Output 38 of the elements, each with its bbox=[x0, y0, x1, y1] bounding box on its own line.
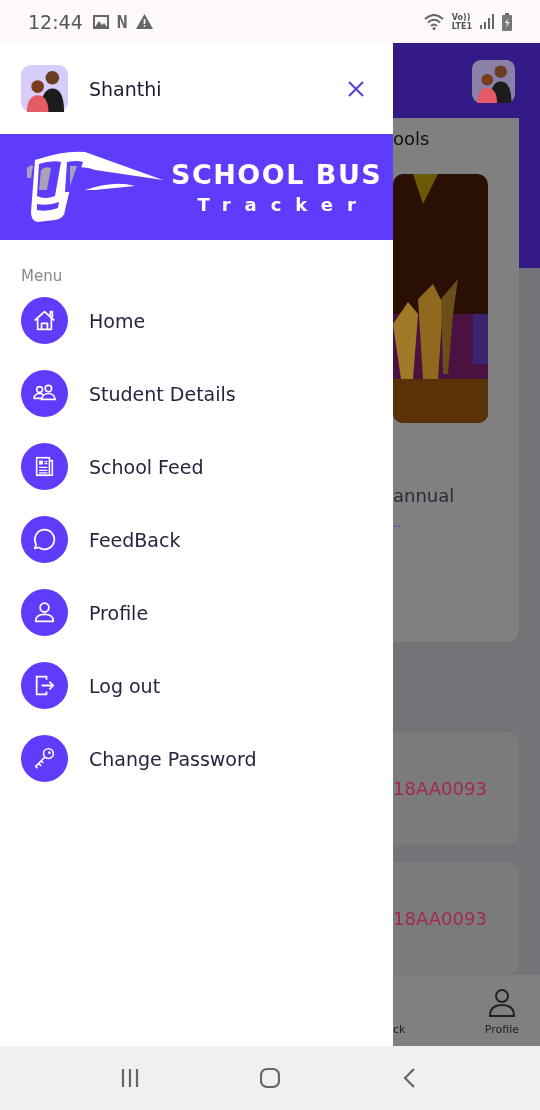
nav-tab[interactable]: Profile bbox=[484, 989, 519, 1036]
card-title: ools bbox=[393, 127, 431, 149]
home-icon bbox=[21, 297, 68, 344]
menu-item[interactable]: Log out bbox=[21, 662, 161, 709]
logo-subtitle: Tracker bbox=[197, 194, 370, 215]
menu-item[interactable]: Student Details bbox=[21, 370, 236, 417]
menu-item[interactable]: FeedBack bbox=[21, 516, 181, 563]
menu-item[interactable]: Home bbox=[21, 297, 146, 344]
logo-title: SCHOOL BUS bbox=[171, 159, 383, 190]
people-icon bbox=[21, 370, 68, 417]
vehicle-number: 18AA0093 bbox=[393, 908, 487, 929]
battery-icon bbox=[502, 12, 512, 31]
menu-item[interactable]: Profile bbox=[21, 589, 149, 636]
person-icon bbox=[21, 589, 68, 636]
close-icon bbox=[347, 79, 365, 98]
person-icon bbox=[488, 989, 515, 1017]
speech-bubble-icon bbox=[21, 516, 68, 563]
image-icon bbox=[92, 14, 109, 29]
menu-item[interactable]: School Feed bbox=[21, 443, 204, 490]
menu-item[interactable]: Change Password bbox=[21, 735, 257, 782]
vehicle-number: 18AA0093 bbox=[393, 778, 487, 799]
logout-icon bbox=[21, 662, 68, 709]
key-icon bbox=[21, 735, 68, 782]
avatar-icon[interactable] bbox=[21, 65, 68, 112]
home-icon bbox=[260, 1067, 280, 1089]
notification-glyph: N bbox=[116, 11, 128, 32]
status-time: 12:44 bbox=[28, 10, 83, 33]
nav-tab[interactable]: ck bbox=[393, 1023, 406, 1036]
signal-icon bbox=[480, 14, 494, 29]
feed-text: annual bbox=[393, 485, 456, 506]
recents-icon bbox=[120, 1067, 140, 1089]
network-label: Vo)) bbox=[451, 12, 472, 22]
network-label: LTE1 bbox=[451, 21, 472, 31]
newspaper-icon bbox=[21, 443, 68, 490]
section-label: Menu bbox=[21, 267, 64, 285]
wifi-icon bbox=[423, 13, 444, 30]
user-name: Shanthi bbox=[89, 77, 163, 100]
warning-icon bbox=[135, 14, 153, 29]
